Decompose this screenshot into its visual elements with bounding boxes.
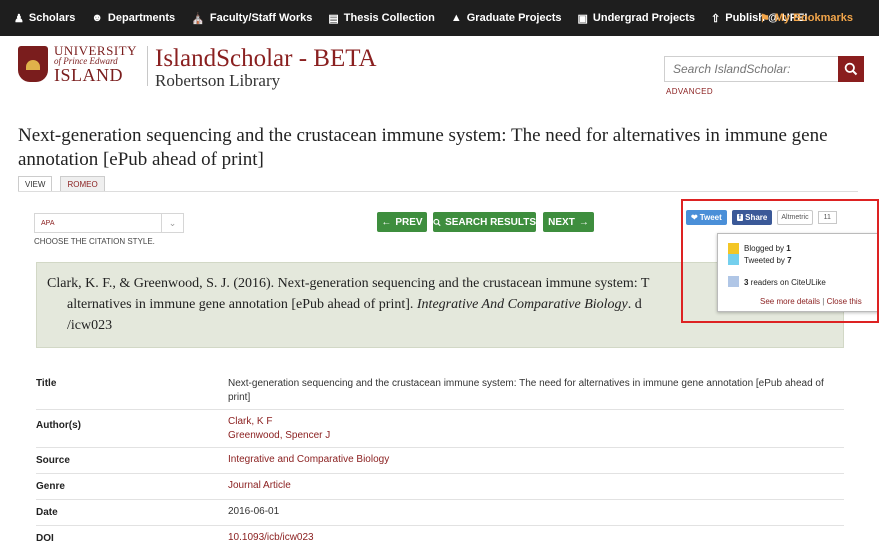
tab-view[interactable]: VIEW [18, 176, 53, 192]
citation-line-2-tail: . d [627, 297, 642, 312]
table-row: Source Integrative and Comparative Biolo… [36, 448, 844, 474]
nav-label: Scholars [28, 12, 76, 24]
highlight-box [681, 199, 879, 323]
nav-label: Departments [107, 12, 176, 24]
table-row: Genre Journal Article [36, 474, 844, 500]
source-link[interactable]: Integrative and Comparative Biology [228, 453, 828, 467]
advanced-search-link[interactable]: ADVANCED [666, 87, 713, 96]
next-label: NEXT [548, 216, 575, 228]
crest-icon [18, 46, 48, 82]
citation-style-select[interactable]: APA ⌄ [34, 213, 184, 233]
nav-graduate-projects[interactable]: ▲ Graduate Projects [443, 0, 570, 36]
citation-journal: Integrative And Comparative Biology [416, 297, 628, 312]
search-results-button[interactable]: SEARCH RESULTS [433, 212, 536, 232]
book-icon: ▤ [328, 12, 339, 25]
genre-link[interactable]: Journal Article [228, 479, 828, 493]
logo-text: UNIVERSITY of Prince Edward ISLAND [54, 44, 137, 84]
nav-label: Undergrad Projects [592, 12, 696, 24]
user-icon: ♟ [14, 12, 24, 25]
nav-label: Faculty/Staff Works [209, 12, 313, 24]
table-row: Author(s) Clark, K F Greenwood, Spencer … [36, 410, 844, 448]
nav-label: Thesis Collection [343, 12, 435, 24]
source-label: Source [36, 455, 70, 466]
citation-line-1: Clark, K. F., & Greenwood, S. J. (2016).… [47, 276, 650, 291]
date-value: 2016-06-01 [228, 506, 280, 517]
citation-line-2: alternatives in immune gene annotation [… [67, 294, 642, 315]
author-link-2[interactable]: Greenwood, Spencer J [228, 429, 828, 443]
graduation-cap-icon: ▲ [450, 12, 462, 24]
top-nav: ♟ Scholars ☻ Departments ⛪ Faculty/Staff… [0, 0, 879, 36]
nav-undergrad-projects[interactable]: ▣ Undergrad Projects [570, 0, 704, 36]
doi-label: DOI [36, 533, 54, 544]
search-icon [433, 218, 441, 226]
institution-icon: ⛪ [191, 12, 205, 25]
nav-label: Graduate Projects [466, 12, 562, 24]
nav-scholars[interactable]: ♟ Scholars [0, 0, 83, 36]
title-value: Next-generation sequencing and the crust… [228, 378, 824, 403]
search-results-label: SEARCH RESULTS [445, 216, 536, 228]
nav-faculty-staff-works[interactable]: ⛪ Faculty/Staff Works [183, 0, 320, 36]
arrow-right-icon: → [578, 216, 589, 228]
search-input[interactable] [665, 57, 835, 81]
site-title[interactable]: IslandScholar - BETA [155, 46, 377, 71]
search-icon [844, 62, 858, 76]
logo-line-3: ISLAND [54, 65, 123, 85]
prev-label: PREV [395, 216, 423, 228]
view-tabs: VIEW ROMEO [18, 176, 113, 192]
header-divider [147, 46, 148, 86]
group-icon: ☻ [91, 12, 103, 24]
tab-romeo[interactable]: ROMEO [60, 176, 105, 192]
citation-line-3: /icw023 [67, 318, 113, 333]
author-link-1[interactable]: Clark, K F [228, 415, 828, 429]
next-button[interactable]: NEXT → [543, 212, 594, 232]
nav-thesis-collection[interactable]: ▤ Thesis Collection [320, 0, 442, 36]
table-row: DOI 10.1093/icb/icw023 [36, 526, 844, 552]
nav-label: My Bookmarks [774, 12, 853, 24]
nav-departments[interactable]: ☻ Departments [83, 0, 183, 36]
file-icon: ▣ [577, 12, 588, 25]
search-button[interactable] [838, 56, 864, 82]
genre-label: Genre [36, 481, 65, 492]
authors-label: Author(s) [36, 420, 81, 431]
site-subtitle: Robertson Library [155, 71, 281, 90]
citation-line-2-plain: alternatives in immune gene annotation [… [67, 297, 417, 312]
bookmark-icon: ⚑ [759, 12, 770, 25]
citation-style-value: APA [41, 219, 55, 227]
table-row: Title Next-generation sequencing and the… [36, 374, 844, 410]
doi-link[interactable]: 10.1093/icb/icw023 [228, 531, 828, 545]
search-box [664, 56, 864, 82]
table-row: Date 2016-06-01 [36, 500, 844, 526]
page-title: Next-generation sequencing and the crust… [18, 125, 828, 170]
upei-logo[interactable]: UNIVERSITY of Prince Edward ISLAND [18, 44, 144, 84]
arrow-left-icon: ← [381, 216, 392, 228]
date-label: Date [36, 507, 58, 518]
title-label: Title [36, 378, 57, 389]
citation-style-label: CHOOSE THE CITATION STYLE. [34, 237, 155, 246]
prev-button[interactable]: ← PREV [377, 212, 427, 232]
upload-icon: ⇧ [711, 12, 721, 25]
chevron-down-icon: ⌄ [161, 214, 183, 232]
nav-my-bookmarks[interactable]: ⚑ My Bookmarks [752, 0, 861, 36]
